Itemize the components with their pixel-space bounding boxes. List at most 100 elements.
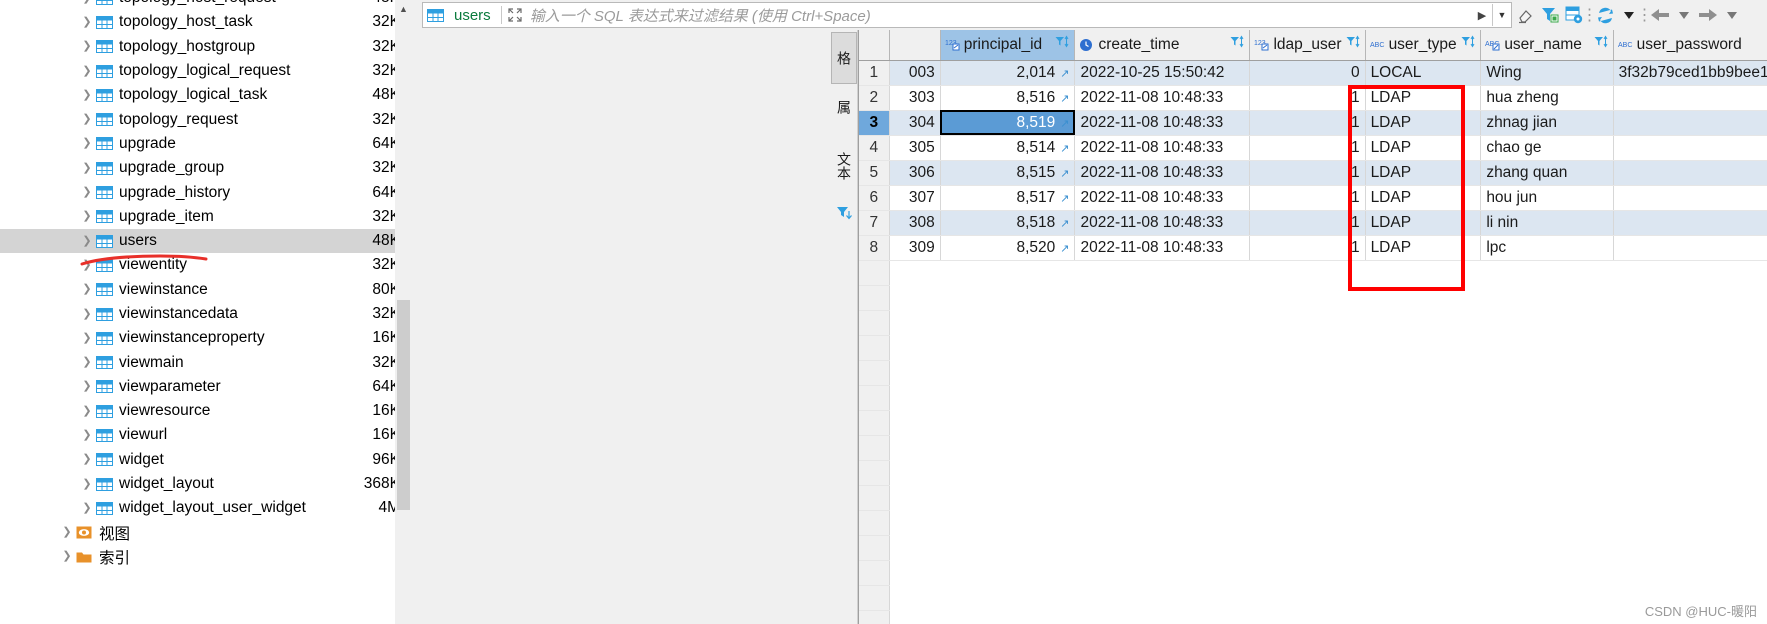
chevron-right-icon[interactable]: ❯	[78, 162, 96, 174]
tree-item-upgrade_history[interactable]: ❯ upgrade_history 64K	[0, 180, 412, 204]
table-row[interactable]: 3 304 8,519 ↗ 2022-11-08 10:48:33 1 LDAP zhnag …	[859, 110, 1767, 136]
tree-item-viewinstancedata[interactable]: ❯ viewinstancedata 32K	[0, 302, 412, 326]
filters-panel-toggle[interactable]	[831, 202, 857, 224]
cell-create_time[interactable]: 2022-10-25 15:50:42	[1074, 60, 1251, 86]
cell-user_type[interactable]: LDAP	[1365, 135, 1482, 161]
tree-folder-indexes[interactable]: ❯ 索引	[0, 545, 412, 569]
cell-user_password[interactable]	[1613, 160, 1767, 186]
cell-user_type[interactable]: LDAP	[1365, 110, 1482, 136]
chevron-right-icon[interactable]: ❯	[78, 308, 96, 320]
tree-item-viewentity[interactable]: ❯ viewentity 32K	[0, 253, 412, 277]
open-link-icon[interactable]: ↗	[1060, 68, 1069, 80]
results-toolbar[interactable]: ⋮ ⋮	[1515, 0, 1767, 30]
chevron-down-icon[interactable]: ▼	[1493, 10, 1511, 20]
chevron-right-icon[interactable]: ❯	[78, 187, 96, 198]
tree-item-viewurl[interactable]: ❯ viewurl 16K	[0, 423, 412, 447]
tree-item-topology_logical_task[interactable]: ❯ topology_logical_task 48K	[0, 83, 412, 107]
chevron-right-icon[interactable]: ❯	[78, 114, 96, 125]
table-row[interactable]: 2 303 8,516 ↗ 2022-11-08 10:48:33 1 LDAP hua zh…	[859, 85, 1767, 111]
cell-principal_id[interactable]: 8,519 ↗	[940, 110, 1076, 136]
tree-folder-views[interactable]: ❯ 视图	[0, 521, 412, 545]
open-link-icon[interactable]: ↗	[1060, 118, 1069, 130]
row-number-cell[interactable]: 4	[859, 135, 890, 161]
tree-item-viewinstanceproperty[interactable]: ❯ viewinstanceproperty 16K	[0, 326, 412, 350]
open-link-icon[interactable]: ↗	[1060, 143, 1069, 155]
cell-user_password[interactable]	[1613, 85, 1767, 111]
cell-principal_id[interactable]: 8,517 ↗	[940, 185, 1076, 211]
prev-page-icon[interactable]	[1649, 4, 1671, 26]
tree-item-upgrade[interactable]: ❯ upgrade 64K	[0, 132, 412, 156]
table-row[interactable]: 8 309 8,520 ↗ 2022-11-08 10:48:33 1 LDAP lpc	[859, 235, 1767, 261]
open-link-icon[interactable]: ↗	[1060, 243, 1069, 255]
column-filter-sort-icon[interactable]	[1055, 35, 1070, 54]
cell-create_time[interactable]: 2022-11-08 10:48:33	[1074, 235, 1251, 261]
play-icon[interactable]: ▶	[1472, 9, 1492, 22]
tree-item-topology_host_request[interactable]: ❯ topology_host_request 48K	[0, 0, 412, 10]
record-panel-toggle[interactable]: 属	[831, 86, 857, 128]
table-row[interactable]: 6 307 8,517 ↗ 2022-11-08 10:48:33 1 LDAP hou ju…	[859, 185, 1767, 211]
row-number-cell[interactable]: 6	[859, 185, 890, 211]
next-page-icon[interactable]	[1697, 4, 1719, 26]
result-table[interactable]: 123 principal_id create_time 123 ldap_user…	[859, 30, 1767, 624]
tree-item-topology_host_task[interactable]: ❯ topology_host_task 32K	[0, 10, 412, 34]
chevron-right-icon[interactable]: ❯	[78, 502, 96, 514]
cell-user_type[interactable]: LDAP	[1365, 235, 1482, 261]
cell-user_password[interactable]	[1613, 110, 1767, 136]
chevron-right-icon[interactable]: ❯	[78, 429, 96, 441]
tree-item-viewinstance[interactable]: ❯ viewinstance 80K	[0, 278, 412, 302]
next-dropdown-icon[interactable]	[1721, 4, 1743, 26]
database-navigator-panel[interactable]: ❯ topology_host_request 48K ❯ topology_h…	[0, 0, 412, 624]
eraser-icon[interactable]	[1515, 4, 1537, 26]
cell-ldap_user[interactable]: 0	[1249, 60, 1366, 86]
prev-dropdown-icon[interactable]	[1673, 4, 1695, 26]
column-header-unnamed[interactable]	[889, 30, 941, 61]
row-number-header[interactable]	[859, 30, 890, 61]
cell-user_type[interactable]: LDAP	[1365, 210, 1482, 236]
cell-create_time[interactable]: 2022-11-08 10:48:33	[1074, 110, 1251, 136]
scrollbar-thumb[interactable]	[397, 300, 410, 510]
cell-user_password[interactable]	[1613, 185, 1767, 211]
table-row[interactable]: 7 308 8,518 ↗ 2022-11-08 10:48:33 1 LDAP li nin	[859, 210, 1767, 236]
cell-principal_id[interactable]: 8,514 ↗	[940, 135, 1076, 161]
cell-create_time[interactable]: 2022-11-08 10:48:33	[1074, 160, 1251, 186]
table-row[interactable]: 4 305 8,514 ↗ 2022-11-08 10:48:33 1 LDAP chao g…	[859, 135, 1767, 161]
cell-user_name[interactable]: lpc	[1480, 235, 1614, 261]
chevron-right-icon[interactable]: ❯	[78, 357, 96, 368]
cell-col0[interactable]: 306	[889, 160, 941, 186]
cell-principal_id[interactable]: 2,014 ↗	[940, 60, 1076, 86]
open-link-icon[interactable]: ↗	[1060, 193, 1069, 205]
column-filter-sort-icon[interactable]	[1461, 35, 1476, 54]
cell-ldap_user[interactable]: 1	[1249, 85, 1366, 111]
column-header-user_type[interactable]: ABC user_type	[1365, 30, 1482, 61]
row-number-cell[interactable]: 5	[859, 160, 890, 186]
open-link-icon[interactable]: ↗	[1060, 93, 1069, 105]
cell-user_type[interactable]: LDAP	[1365, 160, 1482, 186]
cell-ldap_user[interactable]: 1	[1249, 185, 1366, 211]
chevron-right-icon[interactable]: ❯	[78, 454, 96, 465]
cell-user_name[interactable]: chao ge	[1480, 135, 1614, 161]
presentation-switcher-strip[interactable]: 格 属 文本	[830, 30, 858, 624]
cell-user_password[interactable]	[1613, 210, 1767, 236]
cell-user_type[interactable]: LDAP	[1365, 185, 1482, 211]
cell-create_time[interactable]: 2022-11-08 10:48:33	[1074, 85, 1251, 111]
tree-item-viewresource[interactable]: ❯ viewresource 16K	[0, 399, 412, 423]
cell-user_name[interactable]: Wing	[1480, 60, 1614, 86]
cell-col0[interactable]: 305	[889, 135, 941, 161]
row-number-cell[interactable]: 8	[859, 235, 890, 261]
cell-user_name[interactable]: li nin	[1480, 210, 1614, 236]
row-number-cell[interactable]: 7	[859, 210, 890, 236]
database-tree[interactable]: ❯ topology_host_request 48K ❯ topology_h…	[0, 0, 412, 569]
column-header-ldap_user[interactable]: 123 ldap_user	[1249, 30, 1366, 61]
tree-item-widget[interactable]: ❯ widget 96K	[0, 448, 412, 472]
refresh-icon[interactable]	[1594, 4, 1616, 26]
tree-item-users[interactable]: ❯ users 48K	[0, 228, 412, 254]
chevron-right-icon[interactable]: ❯	[78, 332, 96, 344]
expand-icon[interactable]	[506, 6, 524, 24]
cell-user_password[interactable]: 3f32b79ced1bb9bee1007cbd04c4a4b63	[1613, 60, 1767, 86]
column-header-user_name[interactable]: ABC user_name	[1480, 30, 1614, 61]
chevron-right-icon[interactable]: ❯	[78, 65, 96, 77]
chevron-right-icon[interactable]: ❯	[78, 16, 96, 28]
cell-ldap_user[interactable]: 1	[1249, 235, 1366, 261]
column-header-user_password[interactable]: ABC user_password	[1613, 30, 1767, 61]
filter-icon[interactable]	[1539, 4, 1561, 26]
